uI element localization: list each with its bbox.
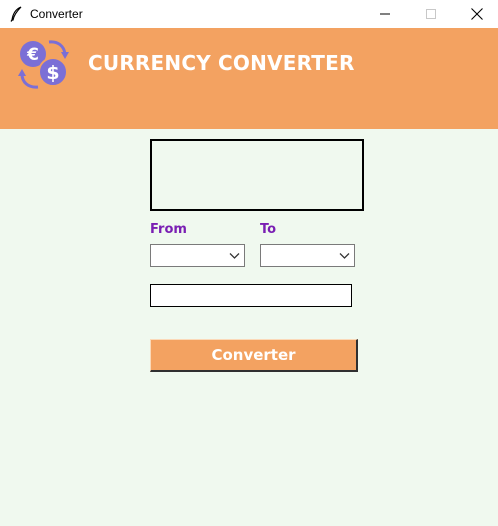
from-currency-select[interactable] xyxy=(150,244,245,267)
window-title: Converter xyxy=(30,7,83,21)
close-icon xyxy=(471,8,483,20)
maximize-icon xyxy=(426,9,436,19)
feather-icon xyxy=(10,6,22,22)
title-bar: Converter xyxy=(0,0,498,28)
to-label: To xyxy=(260,222,277,237)
convert-button[interactable]: Converter xyxy=(150,339,358,372)
close-button[interactable] xyxy=(454,0,498,28)
minimize-icon xyxy=(380,13,390,15)
minimize-button[interactable] xyxy=(362,0,408,28)
to-currency-select[interactable] xyxy=(260,244,355,267)
svg-text:€: € xyxy=(26,45,39,65)
chevron-down-icon xyxy=(229,253,240,259)
currency-exchange-icon: € $ xyxy=(18,40,69,89)
maximize-button[interactable] xyxy=(408,0,454,28)
svg-text:$: $ xyxy=(46,62,59,84)
amount-input[interactable] xyxy=(150,284,352,307)
chevron-down-icon xyxy=(339,253,350,259)
from-label: From xyxy=(150,222,187,237)
app-header xyxy=(0,28,498,129)
app-title: CURRENCY CONVERTER xyxy=(88,51,355,75)
result-display xyxy=(150,139,364,211)
